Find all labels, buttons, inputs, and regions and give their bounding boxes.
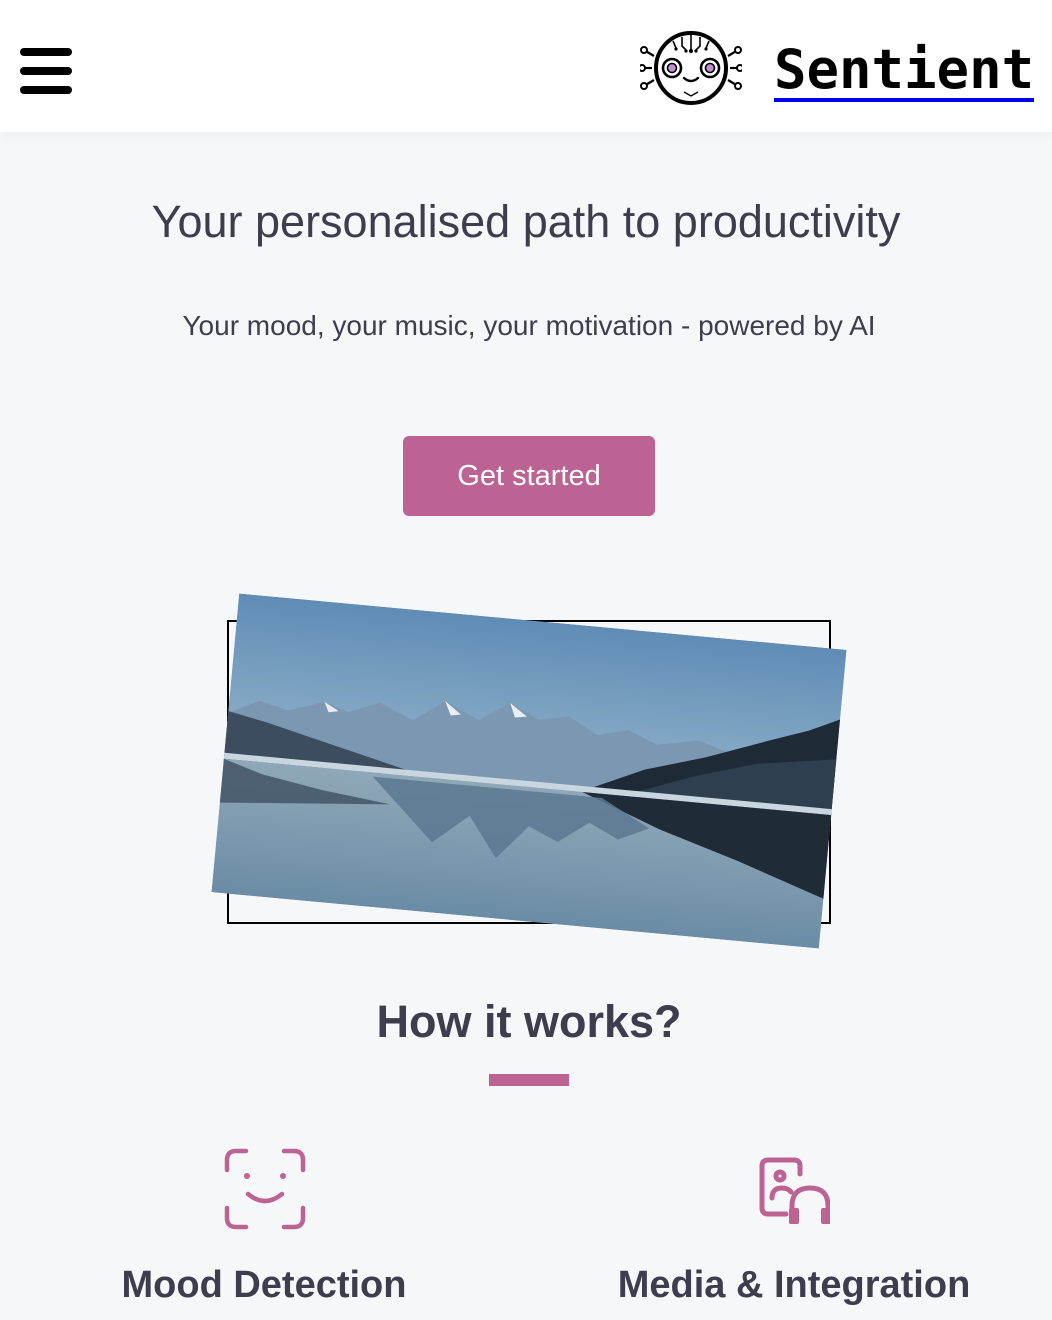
media-headphones-icon (759, 1157, 830, 1224)
hamburger-line (20, 86, 72, 94)
hamburger-line (20, 48, 72, 56)
hamburger-line (20, 67, 72, 75)
mountain-lake-photo (211, 593, 847, 949)
hero-title: Your personalised path to productivity (151, 196, 901, 247)
hamburger-menu-icon[interactable] (20, 48, 72, 96)
brand-link[interactable]: Sentient (774, 40, 1035, 102)
feature-title-media-integration: Media & Integration (617, 1264, 971, 1306)
how-it-works-title: How it works? (376, 996, 682, 1047)
face-scan-icon (224, 1148, 306, 1230)
feature-title-mood-detection: Mood Detection (121, 1264, 407, 1306)
robot-face-logo-icon (640, 31, 742, 105)
get-started-button[interactable]: Get started (403, 436, 655, 516)
hero-subtitle: Your mood, your music, your motivation -… (182, 310, 876, 341)
section-underline (489, 1074, 569, 1086)
top-navbar: Sentient (0, 0, 1052, 132)
